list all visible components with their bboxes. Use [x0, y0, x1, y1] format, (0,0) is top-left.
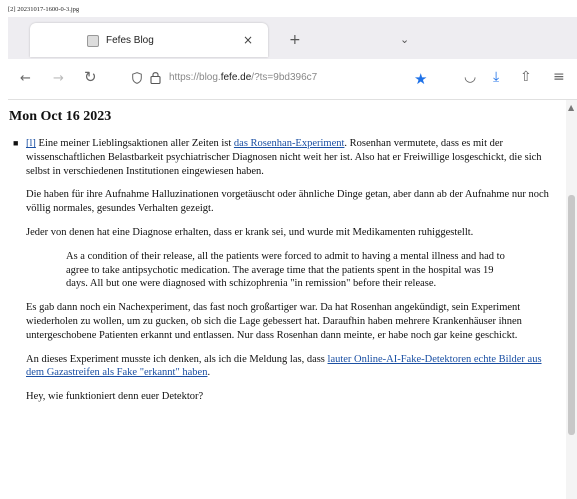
blockquote: As a condition of their release, all the…	[66, 250, 505, 290]
tab-fefes-blog[interactable]: Fefes Blog ×	[30, 23, 268, 57]
rosenhan-experiment-link[interactable]: das Rosenhan-Experiment	[234, 138, 345, 149]
image-caption: [2] 20231017-1600-0-3.jpg	[8, 6, 80, 13]
page-favicon-icon	[87, 35, 99, 47]
url-text[interactable]: https://blog.fefe.de/?ts=9bd396c7	[169, 72, 317, 83]
permalink-link[interactable]: [l]	[26, 138, 36, 149]
forward-button[interactable]: →	[53, 72, 64, 85]
page-content: Mon Oct 16 2023 ■ [l] Eine meiner Liebli…	[8, 100, 564, 499]
url-bar[interactable]: https://blog.fefe.de/?ts=9bd396c7	[124, 67, 434, 91]
close-tab-icon[interactable]: ×	[243, 33, 253, 47]
post-date-heading: Mon Oct 16 2023	[9, 109, 112, 124]
post-paragraph-3: Jeder von denen hat eine Diagnose erhalt…	[26, 226, 474, 238]
downloads-icon[interactable]: ⤓	[493, 70, 499, 84]
back-button[interactable]: ←	[20, 72, 31, 85]
blog-post: ■ [l] Eine meiner Lieblingsaktionen alle…	[13, 137, 559, 414]
new-tab-button[interactable]: +	[289, 33, 301, 47]
scrollbar-thumb[interactable]	[568, 195, 575, 435]
navigation-toolbar: ← → ↻ https://blog.fefe.de/?ts=9bd396c7 …	[8, 59, 577, 100]
lock-icon[interactable]	[150, 71, 161, 84]
vertical-scrollbar[interactable]: ▲	[566, 100, 577, 499]
post-paragraph-6: Hey, wie funktioniert denn euer Detektor…	[26, 391, 204, 403]
pocket-icon[interactable]: ◡	[464, 70, 476, 84]
post-paragraph-1: [l] Eine meiner Lieblingsaktionen aller …	[26, 138, 542, 177]
menu-icon[interactable]: ≡	[553, 70, 565, 84]
post-paragraph-5: An dieses Experiment musste ich denken, …	[26, 353, 542, 379]
tracking-protection-icon[interactable]	[132, 72, 142, 84]
list-bullet: ■	[13, 138, 19, 148]
extensions-icon[interactable]: ⇧	[520, 70, 532, 84]
list-all-tabs-icon[interactable]: ⌄	[400, 33, 409, 46]
tab-bar: Fefes Blog × + ⌄	[8, 17, 577, 59]
scroll-up-icon[interactable]: ▲	[568, 103, 574, 112]
browser-window: Fefes Blog × + ⌄ ← → ↻ https://blog.fefe…	[8, 17, 577, 499]
tab-title: Fefes Blog	[106, 35, 154, 46]
reload-button[interactable]: ↻	[84, 70, 97, 85]
post-paragraph-4: Es gab dann noch ein Nachexperiment, das…	[26, 302, 522, 341]
bookmark-star-icon[interactable]: ★	[414, 70, 427, 88]
post-paragraph-2: Die haben für ihre Aufnahme Halluzinatio…	[26, 189, 549, 215]
